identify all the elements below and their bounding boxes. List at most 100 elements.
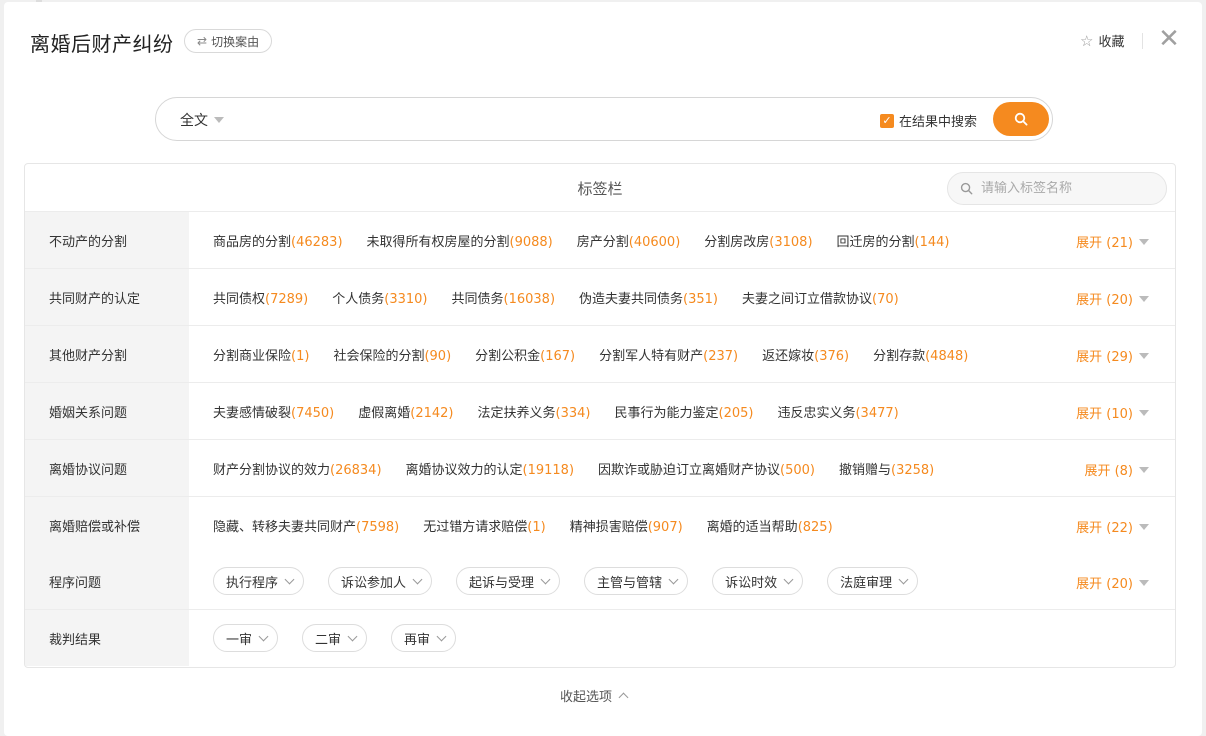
tag-item-name: 法定扶养义务 (477, 405, 556, 421)
filter-pill[interactable]: 执行程序 (213, 567, 305, 595)
expand-label: 展开 (29) (1076, 350, 1133, 365)
tag-item-name: 社会保险的分割 (333, 348, 425, 364)
tag-item[interactable]: 撤销赠与(3258) (839, 459, 934, 478)
tag-item-name: 离婚协议效力的认定 (405, 462, 523, 478)
tag-item[interactable]: 隐藏、转移夫妻共同财产(7598) (213, 516, 399, 535)
tag-item-count: (9088) (509, 234, 553, 250)
tag-item-count: (4848) (925, 348, 969, 364)
expand-button[interactable]: 展开 (8) (1084, 460, 1149, 479)
tag-item[interactable]: 分割公积金(167) (475, 345, 575, 364)
close-icon[interactable]: ✕ (1156, 24, 1182, 54)
tag-items: 共同债权(7289) 个人债务(3310) 共同债务(16038) 伪造夫妻共同债务(… (189, 269, 1175, 325)
expand-button[interactable]: 展开 (10) (1076, 403, 1149, 422)
tag-row: 其他财产分割 分割商业保险(1) 社会保险的分割(90) 分割公积金(167) 分割军人… (25, 326, 1175, 383)
tag-item[interactable]: 分割房改房(3108) (704, 231, 812, 250)
tag-row-label: 裁判结果 (25, 610, 189, 666)
tag-item-count: (500) (780, 462, 816, 478)
tag-item[interactable]: 回迁房的分割(144) (837, 231, 950, 250)
tag-item[interactable]: 因欺诈或胁迫订立离婚财产协议(500) (598, 459, 815, 478)
tag-row-label: 婚姻关系问题 (25, 383, 189, 439)
chevron-down-icon (668, 574, 679, 584)
judgment-pills: 一审 二审 再审 (189, 610, 1175, 666)
expand-button[interactable]: 展开 (21) (1076, 232, 1149, 251)
tag-item[interactable]: 民事行为能力鉴定(205) (614, 402, 753, 421)
tag-panel-header: 标签栏 (25, 164, 1175, 212)
filter-pill[interactable]: 起诉与受理 (456, 567, 561, 595)
tag-item-count: (2142) (410, 405, 454, 421)
filter-pill[interactable]: 再审 (391, 624, 457, 652)
filter-pill-label: 起诉与受理 (469, 575, 535, 591)
search-input[interactable] (246, 106, 846, 132)
tag-item[interactable]: 共同债务(16038) (452, 288, 556, 307)
caret-down-icon (1139, 466, 1149, 473)
tag-item[interactable]: 分割商业保险(1) (213, 345, 309, 364)
expand-button[interactable]: 展开 (22) (1076, 517, 1149, 536)
tag-item[interactable]: 违反忠实义务(3477) (777, 402, 898, 421)
tag-item[interactable]: 夫妻之间订立借款协议(70) (742, 288, 899, 307)
tag-item[interactable]: 未取得所有权房屋的分割(9088) (367, 231, 553, 250)
filter-pill[interactable]: 诉讼时效 (712, 567, 804, 595)
tag-item[interactable]: 伪造夫妻共同债务(351) (579, 288, 718, 307)
tag-row-label: 不动产的分割 (25, 212, 189, 268)
tag-item[interactable]: 离婚的适当帮助(825) (707, 516, 833, 535)
search-type-label: 全文 (180, 113, 208, 129)
caret-down-icon (1139, 238, 1149, 245)
tag-row-label: 离婚协议问题 (25, 440, 189, 496)
tag-row-procedure: 程序问题 执行程序 诉讼参加人 起诉与受理 主管与管辖 诉讼时效 法庭审理 展开 (20) (25, 553, 1175, 610)
chevron-down-icon (436, 631, 447, 641)
tag-item-name: 房产分割 (576, 234, 629, 250)
tag-item-name: 商品房的分割 (213, 234, 292, 250)
filter-pill-label: 一审 (226, 632, 253, 648)
search-in-result-checkbox[interactable]: ✓ 在结果中搜索 (880, 111, 977, 130)
tag-item-name: 共同债务 (451, 291, 504, 307)
tag-item[interactable]: 离婚协议效力的认定(19118) (406, 459, 575, 478)
tag-row: 共同财产的认定 共同债权(7289) 个人债务(3310) 共同债务(16038) 伪造… (25, 269, 1175, 326)
page-title: 离婚后财产纠纷 (30, 32, 174, 56)
tag-item[interactable]: 夫妻感情破裂(7450) (213, 402, 334, 421)
tag-item-name: 民事行为能力鉴定 (614, 405, 719, 421)
collapse-options-button[interactable]: 收起选项 (560, 686, 629, 705)
tag-item[interactable]: 房产分割(40600) (577, 231, 681, 250)
tag-item[interactable]: 共同债权(7289) (213, 288, 308, 307)
search-button[interactable] (993, 102, 1049, 136)
tag-item[interactable]: 商品房的分割(46283) (213, 231, 343, 250)
tag-item[interactable]: 分割存款(4848) (873, 345, 968, 364)
search-type-select[interactable]: 全文 (180, 110, 224, 130)
tag-item-count: (70) (872, 291, 899, 307)
chevron-down-icon (347, 631, 358, 641)
filter-pill[interactable]: 主管与管辖 (584, 567, 689, 595)
filter-pill[interactable]: 二审 (302, 624, 368, 652)
tag-items: 财产分割协议的效力(26834) 离婚协议效力的认定(19118) 因欺诈或胁迫订立… (189, 440, 1175, 496)
expand-button[interactable]: 展开 (20) (1076, 573, 1149, 592)
tag-item-count: (1) (527, 519, 546, 535)
tag-item[interactable]: 返还嫁妆(376) (762, 345, 849, 364)
filter-pill[interactable]: 法庭审理 (827, 567, 919, 595)
tag-item-count: (205) (718, 405, 754, 421)
tag-item[interactable]: 精神损害赔偿(907) (570, 516, 683, 535)
tag-item[interactable]: 个人债务(3310) (332, 288, 427, 307)
tag-item[interactable]: 无过错方请求赔偿(1) (423, 516, 545, 535)
filter-pill[interactable]: 诉讼参加人 (328, 567, 433, 595)
tag-row-judgment: 裁判结果 一审 二审 再审 (25, 610, 1175, 666)
tag-item-name: 无过错方请求赔偿 (423, 519, 528, 535)
tag-item[interactable]: 法定扶养义务(334) (478, 402, 591, 421)
header-divider (1142, 33, 1143, 49)
tag-item[interactable]: 虚假离婚(2142) (358, 402, 453, 421)
tag-row: 离婚赔偿或补偿 隐藏、转移夫妻共同财产(7598) 无过错方请求赔偿(1) 精神损害赔… (25, 497, 1175, 553)
favorite-button[interactable]: ☆ 收藏 (1080, 31, 1124, 51)
tag-item-name: 分割存款 (873, 348, 926, 364)
tag-item-count: (90) (424, 348, 452, 364)
expand-button[interactable]: 展开 (29) (1076, 346, 1149, 365)
tag-item[interactable]: 财产分割协议的效力(26834) (213, 459, 382, 478)
caret-down-icon (1139, 352, 1149, 359)
filter-pill[interactable]: 一审 (213, 624, 279, 652)
tag-item[interactable]: 社会保险的分割(90) (333, 345, 451, 364)
tag-item-name: 夫妻感情破裂 (213, 405, 292, 421)
tag-search-input[interactable] (981, 181, 1151, 196)
switch-cause-button[interactable]: ⇄ 切换案由 (184, 29, 273, 53)
expand-button[interactable]: 展开 (20) (1076, 289, 1149, 308)
tag-item-name: 分割房改房 (704, 234, 770, 250)
filter-pill-label: 二审 (315, 632, 342, 648)
tag-row-label: 共同财产的认定 (25, 269, 189, 325)
tag-item[interactable]: 分割军人特有财产(237) (599, 345, 738, 364)
